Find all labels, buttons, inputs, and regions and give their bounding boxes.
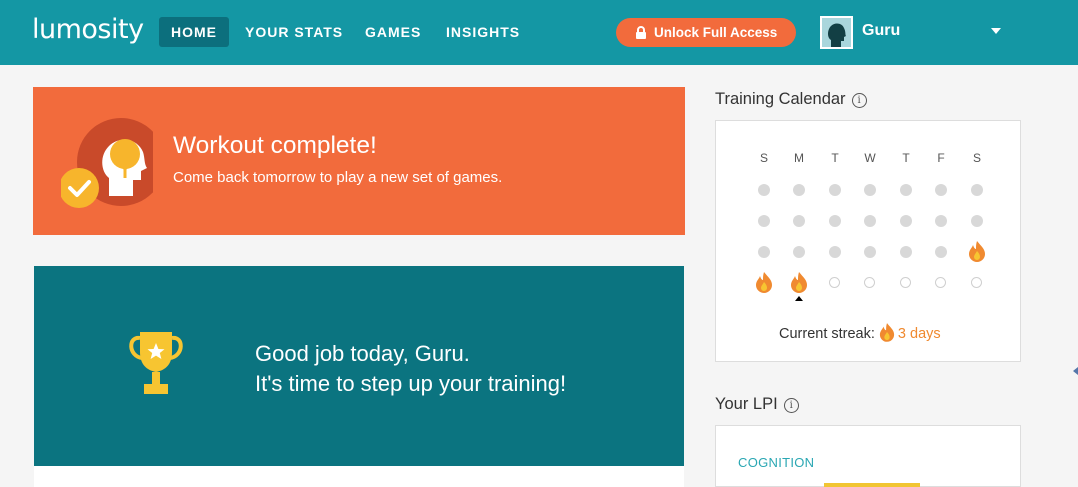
day-header: S (972, 151, 981, 165)
lpi-heading: Your LPI i (715, 395, 799, 414)
cognition-label: COGNITION (738, 455, 815, 470)
lpi-title: Your LPI (715, 395, 778, 413)
brain-head-check-icon (61, 118, 153, 208)
calendar-day-missed (758, 215, 770, 227)
calendar-day-future (829, 277, 840, 288)
training-calendar-heading: Training Calendar i (715, 90, 867, 109)
lpi-bar (824, 483, 920, 487)
trophy-icon (129, 332, 183, 394)
calendar-day-missed (758, 246, 770, 258)
calendar-day-missed (793, 246, 805, 258)
lumosity-logo[interactable]: lumosity (32, 14, 144, 45)
nav-your-stats[interactable]: YOUR STATS (233, 17, 355, 47)
good-job-card: Good job today, Guru. It's time to step … (34, 266, 684, 466)
workout-subtitle: Come back tomorrow to play a new set of … (173, 169, 503, 186)
calendar-day-future (864, 277, 875, 288)
day-header: M (794, 151, 804, 165)
user-name[interactable]: Guru (862, 22, 900, 40)
workout-complete-banner: Workout complete! Come back tomorrow to … (33, 87, 685, 235)
chevron-down-icon[interactable] (991, 28, 1001, 34)
calendar-day-missed (864, 215, 876, 227)
lock-icon (636, 26, 646, 39)
unlock-full-access-button[interactable]: Unlock Full Access (616, 18, 796, 47)
today-marker-icon (795, 296, 803, 301)
calendar-day-future (900, 277, 911, 288)
calendar-day-missed (900, 215, 912, 227)
calendar-day-missed (935, 184, 947, 196)
flame-icon (969, 241, 985, 262)
unlock-label: Unlock Full Access (654, 25, 778, 40)
training-calendar: S M T W T F S Current streak: 3 days (715, 120, 1021, 362)
calendar-day-missed (900, 246, 912, 258)
calendar-day-missed (935, 215, 947, 227)
workout-title: Workout complete! (173, 132, 377, 159)
info-icon[interactable]: i (851, 93, 867, 108)
calendar-day-missed (829, 246, 841, 258)
flame-icon (879, 323, 895, 342)
calendar-day-missed (758, 184, 770, 196)
flame-icon (756, 272, 772, 293)
nav-insights[interactable]: INSIGHTS (434, 17, 532, 47)
day-header: F (937, 151, 945, 165)
calendar-day-missed (793, 184, 805, 196)
good-job-message: Good job today, Guru. (255, 341, 470, 366)
calendar-day-missed (864, 246, 876, 258)
day-header: W (864, 151, 876, 165)
calendar-day-future (971, 277, 982, 288)
user-silhouette-icon (822, 18, 851, 47)
streak-value: 3 days (897, 326, 941, 342)
day-header: S (759, 151, 768, 165)
scroll-arrow-icon[interactable] (1073, 367, 1078, 375)
calendar-day-missed (864, 184, 876, 196)
flame-icon (791, 272, 807, 293)
current-streak: Current streak: 3 days (779, 322, 941, 342)
nav-games[interactable]: GAMES (353, 17, 433, 47)
training-calendar-title: Training Calendar (715, 90, 846, 108)
top-nav-bar: lumosity HOME YOUR STATS GAMES INSIGHTS … (0, 0, 1078, 65)
calendar-day-missed (971, 184, 983, 196)
info-icon[interactable]: i (783, 398, 799, 413)
calendar-day-future (935, 277, 946, 288)
calendar-day-missed (935, 246, 947, 258)
day-header: T (902, 151, 910, 165)
avatar[interactable] (820, 16, 853, 49)
calendar-day-missed (971, 215, 983, 227)
lpi-card: COGNITION (715, 425, 1021, 487)
day-header: T (831, 151, 839, 165)
streak-label: Current streak: (779, 326, 875, 342)
step-up-message: It's time to step up your training! (255, 371, 567, 396)
nav-home[interactable]: HOME (159, 17, 229, 47)
calendar-day-missed (900, 184, 912, 196)
calendar-day-missed (829, 184, 841, 196)
card-footer (34, 466, 684, 487)
calendar-day-missed (793, 215, 805, 227)
calendar-day-missed (829, 215, 841, 227)
